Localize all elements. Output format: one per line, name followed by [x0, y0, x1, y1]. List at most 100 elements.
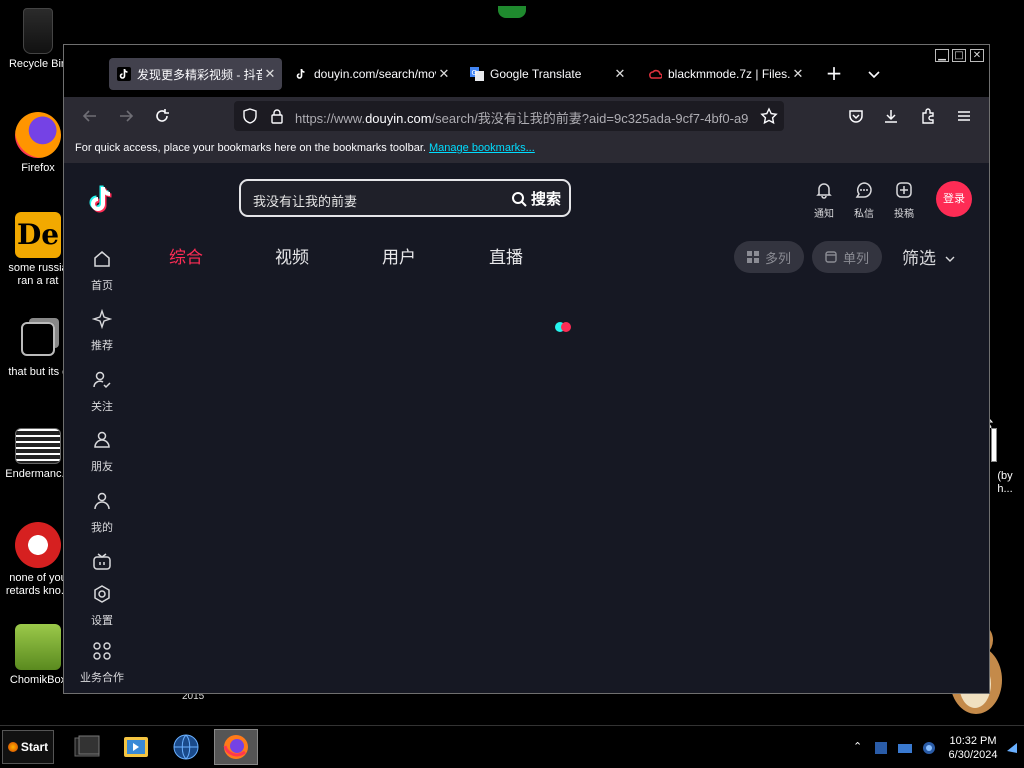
firefox-window: ▁ □ ✕ 发现更多精彩视频 - 抖音 ✕ douyin.com/search/… [63, 44, 990, 694]
url-host: douyin.com [365, 111, 432, 126]
sidebar-item-tv[interactable] [74, 552, 130, 580]
windows-orb-icon [7, 742, 18, 752]
bell-icon [816, 183, 832, 199]
window-resize-handle[interactable] [991, 428, 997, 462]
tray-shield-icon[interactable] [873, 740, 889, 754]
search-button[interactable]: 搜索 [511, 188, 561, 209]
messages-label: 私信 [854, 209, 874, 220]
close-tab-icon[interactable]: ✕ [436, 66, 452, 82]
tiktok-favicon-icon [117, 67, 131, 81]
search-button-label: 搜索 [530, 190, 561, 208]
tab-title: 发现更多精彩视频 - 抖音 [137, 67, 262, 82]
dinosaur-icon [15, 522, 61, 568]
puzzle-icon [922, 108, 934, 124]
sidebar-item-me[interactable]: 我的 [74, 491, 130, 535]
tab-douyin-discover[interactable]: 发现更多精彩视频 - 抖音 ✕ [109, 58, 282, 90]
sidebar-item-settings[interactable]: 设置 [74, 584, 130, 628]
minimize-button[interactable]: ▁ [935, 49, 949, 62]
google-translate-favicon-icon: G [470, 67, 484, 81]
messages-button[interactable]: 私信 [844, 181, 884, 220]
tab-google-translate[interactable]: G Google Translate ✕ [462, 58, 632, 90]
downloads-button[interactable] [880, 105, 902, 127]
clock-date: 6/30/2024 [948, 749, 998, 761]
tab-douyin-search[interactable]: douyin.com/search/movi ✕ [286, 58, 456, 90]
taskbar-app-explorer[interactable] [66, 729, 110, 765]
sidebar-item-business[interactable]: 业务合作 [74, 641, 130, 685]
windows-stack-icon [21, 322, 55, 356]
maximize-button[interactable]: □ [952, 49, 966, 62]
tv-icon [93, 553, 111, 570]
tab-users[interactable]: 用户 [382, 243, 416, 268]
pocket-icon [849, 110, 863, 123]
reload-button[interactable] [151, 105, 173, 127]
sidebar-item-follow[interactable]: 关注 [74, 370, 130, 414]
sidebar-item-home[interactable]: 首页 [74, 249, 130, 293]
grid-icon [746, 251, 759, 263]
login-button[interactable]: 登录 [936, 181, 972, 217]
tab-videos[interactable]: 视频 [275, 243, 309, 268]
tab-comprehensive[interactable]: 综合 [169, 243, 203, 268]
shield-icon[interactable] [242, 108, 258, 128]
list-all-tabs-button[interactable] [862, 62, 886, 84]
folder-icon [74, 735, 100, 757]
multi-column-toggle[interactable]: 多列 [734, 241, 804, 273]
url-bar[interactable]: https://www.douyin.com/search/我没有让我的前妻?a… [234, 101, 784, 131]
close-tab-icon[interactable]: ✕ [790, 66, 806, 82]
tab-files-fm[interactable]: blackmmode.7z | Files.fm ✕ [640, 58, 810, 90]
sidebar-item-recommend[interactable]: 推荐 [74, 308, 130, 353]
sidebar-item-label: 我的 [91, 521, 113, 534]
douyin-page: 我没有让我的前妻 搜索 通知 私信 投稿 登录 首页 推荐 关注 朋友 我的 设… [64, 163, 989, 693]
lock-icon[interactable] [270, 108, 284, 128]
close-tab-icon[interactable]: ✕ [612, 66, 628, 82]
bookmark-star-icon[interactable] [760, 107, 778, 129]
forward-button[interactable] [115, 105, 137, 127]
search-icon [511, 191, 527, 207]
new-tab-button[interactable]: + [822, 62, 846, 84]
start-button[interactable]: Start [2, 730, 54, 764]
single-column-icon [825, 251, 837, 263]
single-column-label: 单列 [842, 251, 869, 267]
tab-live[interactable]: 直播 [489, 243, 523, 268]
profile-icon [94, 492, 110, 510]
show-hidden-icons-chevron-up-icon[interactable]: ⌃ [853, 740, 869, 754]
firefox-icon [15, 112, 61, 158]
sidebar-item-friends[interactable]: 朋友 [74, 430, 130, 474]
notifications-label: 通知 [814, 209, 834, 220]
sparkle-icon [91, 308, 113, 330]
single-column-toggle[interactable]: 单列 [812, 241, 882, 273]
system-clock[interactable]: 10:32 PM 6/30/2024 [944, 734, 1002, 762]
notifications-button[interactable]: 通知 [804, 181, 844, 220]
manage-bookmarks-link[interactable]: Manage bookmarks... [429, 142, 535, 154]
extensions-button[interactable] [917, 105, 939, 127]
taskbar-app-media-player[interactable] [114, 729, 158, 765]
pocket-button[interactable] [845, 105, 867, 127]
taskbar-app-internet-explorer[interactable] [164, 729, 208, 765]
upload-label: 投稿 [894, 209, 914, 220]
close-window-button[interactable]: ✕ [970, 49, 984, 62]
sidebar-item-label: 业务合作 [80, 671, 124, 684]
close-tab-icon[interactable]: ✕ [262, 66, 278, 82]
multi-column-label: 多列 [764, 251, 791, 267]
sidebar-item-label: 首页 [91, 279, 113, 292]
tray-network-icon[interactable] [897, 740, 913, 754]
clock-time: 10:32 PM [949, 735, 997, 747]
back-button[interactable] [79, 105, 101, 127]
download-icon [885, 110, 897, 123]
douyin-logo-icon[interactable] [84, 181, 120, 217]
show-desktop-icon[interactable] [1005, 740, 1021, 754]
settings-icon [94, 585, 110, 603]
search-input[interactable]: 我没有让我的前妻 [253, 191, 357, 210]
filter-dropdown[interactable]: 筛选 [902, 244, 955, 269]
desktop-partial-label: (by h... [997, 470, 1013, 495]
bookmarks-hint-text: For quick access, place your bookmarks h… [75, 142, 426, 154]
tray-volume-icon[interactable] [921, 740, 937, 754]
start-label: Start [20, 740, 49, 754]
url-text[interactable]: https://www.douyin.com/search/我没有让我的前妻?a… [295, 108, 750, 127]
sidebar-item-label: 设置 [91, 614, 113, 627]
search-box[interactable]: 我没有让我的前妻 搜索 [239, 179, 571, 217]
app-menu-button[interactable] [953, 105, 975, 127]
sidebar-item-label: 朋友 [91, 460, 113, 473]
upload-button[interactable]: 投稿 [884, 181, 924, 220]
taskbar-app-firefox[interactable] [214, 729, 258, 765]
sidebar-item-label: 推荐 [91, 339, 113, 352]
